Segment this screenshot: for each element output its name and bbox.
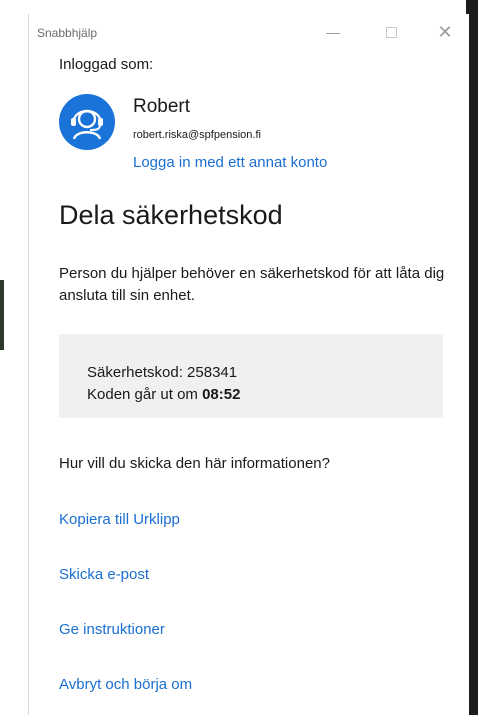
code-expiry: Koden går ut om 08:52: [87, 386, 240, 403]
minimize-button[interactable]: —: [321, 22, 345, 42]
user-name: Robert: [133, 96, 191, 117]
user-email: robert.riska@spfpension.fi: [133, 129, 261, 141]
page-title: Dela säkerhetskod: [59, 200, 283, 230]
signed-in-label: Inloggad som:: [59, 56, 154, 73]
headset-person-icon: [71, 109, 103, 140]
avatar: [59, 94, 115, 150]
share-question: Hur vill du skicka den här informationen…: [59, 455, 330, 472]
security-code-box: Säkerhetskod: 258341 Koden går ut om 08:…: [59, 334, 443, 418]
quick-assist-window: Snabbhjälp — ✕ Inloggad som: Robert robe…: [28, 14, 469, 715]
cancel-and-restart-link[interactable]: Avbryt och börja om: [59, 676, 192, 693]
code-expiry-time: 08:52: [202, 386, 241, 403]
maximize-button[interactable]: [379, 22, 403, 42]
desktop-background-strip: [0, 280, 4, 350]
code-expiry-prefix: Koden går ut om: [87, 386, 203, 403]
give-instructions-link[interactable]: Ge instruktioner: [59, 621, 165, 638]
window-title: Snabbhjälp: [37, 26, 98, 40]
title-bar[interactable]: Snabbhjälp — ✕: [29, 14, 469, 50]
send-email-link[interactable]: Skicka e-post: [59, 566, 149, 583]
close-button[interactable]: ✕: [433, 22, 457, 42]
copy-to-clipboard-link[interactable]: Kopiera till Urklipp: [59, 511, 180, 528]
switch-account-link[interactable]: Logga in med ett annat konto: [133, 154, 327, 171]
security-code: Säkerhetskod: 258341: [87, 364, 238, 381]
maximize-icon: [385, 27, 397, 38]
description-text: Person du hjälper behöver en säkerhetsko…: [59, 265, 445, 304]
